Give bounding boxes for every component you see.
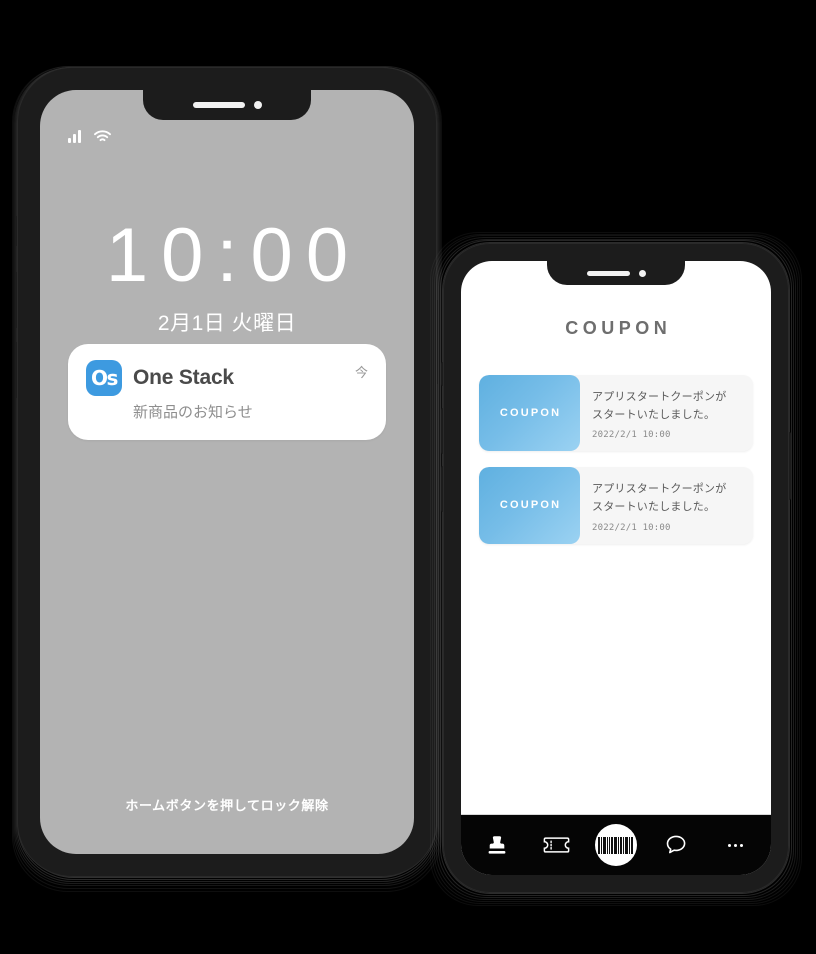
barcode-icon <box>594 824 637 866</box>
coupon-thumbnail: COUPON <box>479 467 580 544</box>
coupon-title-line: アプリスタートクーポンが <box>592 391 727 403</box>
lock-screen-phone: 10:00 2月1日 火曜日 Os One Stack 今 新商品のお知らせ ホ… <box>12 66 442 892</box>
unlock-hint: ホームボタンを押してロック解除 <box>125 798 329 813</box>
signal-bars-icon <box>68 130 81 143</box>
coupon-thumbnail-label: COUPON <box>499 499 562 512</box>
front-camera-icon <box>253 101 262 109</box>
clock-date: 2月1日 火曜日 <box>157 312 297 335</box>
list-item[interactable]: COUPON アプリスタートクーポンが スタートいたしました。 2022/2/1… <box>479 375 753 452</box>
tab-chat[interactable] <box>653 823 699 867</box>
notch <box>547 261 685 285</box>
stamp-icon <box>485 833 509 857</box>
coupon-details: アプリスタートクーポンが スタートいたしました。 2022/2/1 10:00 <box>580 467 753 543</box>
earpiece-speaker <box>586 270 630 276</box>
tab-stamp[interactable] <box>474 823 520 867</box>
coupon-title-line: スタートいたしました。 <box>592 409 716 422</box>
wifi-icon <box>94 130 111 143</box>
notification-message: 新商品のお知らせ <box>133 404 253 421</box>
tab-barcode[interactable] <box>593 823 639 867</box>
clock-time: 10:00 <box>105 213 362 298</box>
coupon-thumbnail: COUPON <box>479 375 580 452</box>
notification-app-name: One Stack <box>133 366 234 389</box>
coupon-date: 2022/2/1 10:00 <box>592 522 671 533</box>
coupon-date: 2022/2/1 10:00 <box>592 430 671 441</box>
chat-bubble-icon <box>664 833 688 857</box>
notch <box>143 90 311 120</box>
coupon-details: アプリスタートクーポンが スタートいたしました。 2022/2/1 10:00 <box>580 375 753 451</box>
tab-ticket[interactable] <box>533 823 579 867</box>
coupon-title: アプリスタートクーポンが スタートいたしました。 <box>592 480 743 516</box>
bottom-tab-bar <box>461 814 771 875</box>
app-icon-label: Os <box>91 366 118 390</box>
coupon-title: アプリスタートクーポンが スタートいたしました。 <box>592 388 743 424</box>
coupon-title-line: スタートいたしました。 <box>592 501 716 514</box>
lock-screen[interactable]: 10:00 2月1日 火曜日 Os One Stack 今 新商品のお知らせ ホ… <box>40 90 414 854</box>
status-bar <box>68 130 111 143</box>
notification-timestamp: 今 <box>354 365 368 380</box>
ticket-icon <box>543 835 570 855</box>
lock-clock: 10:00 2月1日 火曜日 <box>40 218 414 337</box>
ellipsis-icon <box>727 843 743 847</box>
notification-card[interactable]: Os One Stack 今 新商品のお知らせ <box>68 344 386 440</box>
app-screen[interactable]: COUPON COUPON アプリスタートクーポンが スタートいたしました。 2… <box>461 261 771 875</box>
scene: 10:00 2月1日 火曜日 Os One Stack 今 新商品のお知らせ ホ… <box>0 0 816 954</box>
coupon-app-phone: COUPON COUPON アプリスタートクーポンが スタートいたしました。 2… <box>430 232 802 906</box>
coupon-thumbnail-label: COUPON <box>499 407 562 420</box>
front-camera-icon <box>638 269 646 277</box>
earpiece-speaker <box>192 102 245 108</box>
tab-more[interactable] <box>712 823 758 867</box>
coupon-list: COUPON アプリスタートクーポンが スタートいたしました。 2022/2/1… <box>461 339 771 814</box>
list-item[interactable]: COUPON アプリスタートクーポンが スタートいたしました。 2022/2/1… <box>479 467 753 544</box>
barcode-bars <box>598 836 634 854</box>
coupon-title-line: アプリスタートクーポンが <box>592 483 727 496</box>
app-icon: Os <box>86 360 122 396</box>
notification-header: Os One Stack 今 <box>86 360 368 396</box>
